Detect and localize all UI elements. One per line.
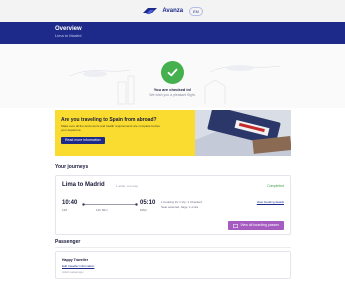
departure-time: 10:40	[62, 200, 78, 206]
journey-name: Lima to Madrid	[62, 182, 105, 188]
checked-in-title: You are checked in!	[153, 87, 192, 92]
banner-text: Make sure all the documents and health r…	[61, 124, 161, 132]
passenger-name: Happy Traveller	[62, 258, 89, 262]
passenger-meta: Adult passenger	[62, 270, 84, 274]
ticket-icon	[233, 223, 239, 228]
edit-passenger-link[interactable]: Edit traveller information	[62, 264, 94, 268]
passenger-section-title: Passenger	[55, 239, 81, 245]
banner-read-more-button[interactable]: Read more information	[61, 137, 105, 144]
page-header: Overview Lima to Madrid	[0, 22, 345, 44]
language-selector[interactable]: EN	[189, 6, 203, 16]
banner-title: Are you traveling to Spain from abroad?	[61, 117, 157, 123]
view-booking-link[interactable]: View booking details	[257, 200, 284, 204]
arrival-time: 05:10	[140, 200, 156, 206]
arrival-station: MAD	[140, 208, 147, 212]
journey-meta: 1 adult, one-way	[116, 184, 139, 188]
checked-in-check-icon	[161, 61, 184, 84]
page-title: Overview	[55, 26, 82, 32]
section-divider	[55, 247, 291, 248]
view-boarding-passes-button[interactable]: View all boarding passes	[228, 221, 284, 230]
journey-status: Completed	[267, 184, 284, 188]
view-boarding-passes-label: View all boarding passes	[240, 223, 279, 227]
journeys-section-title: Your journeys	[55, 164, 89, 170]
journey-card: Lima to Madrid 1 adult, one-way Complete…	[55, 175, 291, 235]
page-subtitle: Lima to Madrid	[55, 33, 82, 38]
journey-info-line-2: Seat selected, bags, 1 extra	[161, 205, 199, 209]
passenger-card: Happy Traveller Edit traveller informati…	[55, 251, 291, 279]
top-bar: Avanza EN	[0, 0, 345, 22]
departure-station: LIM	[62, 208, 68, 212]
brand-name: Avanza	[162, 8, 184, 14]
airline-logo-icon[interactable]	[142, 7, 158, 15]
passport-photo	[195, 110, 291, 156]
travel-requirements-banner: Are you traveling to Spain from abroad? …	[55, 110, 291, 156]
route-line-icon	[82, 203, 138, 206]
journey-duration: 12h 50m	[96, 208, 108, 212]
checked-in-subtitle: We wish you a pleasant flight.	[149, 93, 196, 97]
journey-info-line-1: 1 booking for 1 trip: 1 Checked	[161, 200, 202, 204]
